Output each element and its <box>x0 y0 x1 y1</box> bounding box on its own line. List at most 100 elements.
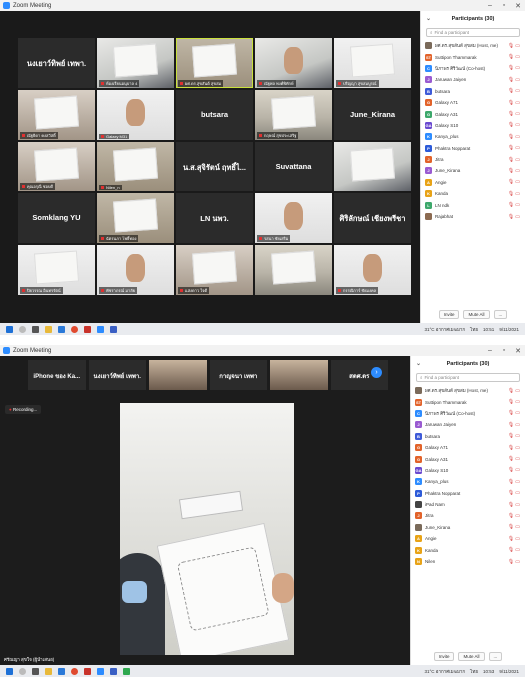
windows-start-icon[interactable] <box>6 325 13 333</box>
mic-video-muted-icon[interactable]: 🎙︎▭ <box>508 168 521 174</box>
active-speaker-video[interactable] <box>120 403 294 655</box>
outlook-icon[interactable] <box>110 667 117 675</box>
mic-video-muted-icon[interactable]: 🎙︎▭ <box>508 513 521 519</box>
participant-row[interactable]: K Kanda 🎙︎▭ <box>415 544 521 555</box>
mic-video-muted-icon[interactable]: 🎙︎▭ <box>508 536 521 542</box>
weather-text[interactable]: 31°C อากาศเมฆมาก <box>424 326 465 333</box>
close-icon[interactable]: ✕ <box>511 347 525 355</box>
mic-video-muted-icon[interactable]: 🎙︎▭ <box>508 179 521 185</box>
participant-row[interactable]: J Jitra 🎙︎▭ <box>415 510 521 521</box>
windows-start-icon[interactable] <box>6 667 13 675</box>
search-icon[interactable] <box>19 667 26 675</box>
participant-row[interactable]: GA Galaxy S10 🎙︎▭ <box>415 465 521 476</box>
participant-row[interactable]: J Jaruwan Jaiyen 🎙︎▭ <box>415 419 521 430</box>
video-tile[interactable]: ศิริลักษณ์ เชียงพรีชา <box>334 193 411 244</box>
search-icon[interactable] <box>19 325 26 333</box>
participant-row[interactable]: P Phaktra Nopparat 🎙︎▭ <box>415 488 521 499</box>
mic-video-muted-icon[interactable]: 🎙︎▭ <box>508 490 521 496</box>
participant-row[interactable]: K Kanda 🎙︎▭ <box>425 188 521 199</box>
video-tile[interactable]: กฤษณ์ สุขประเสริฐ <box>255 89 332 140</box>
participant-row[interactable]: iPad Nam 🎙︎▭ <box>415 499 521 510</box>
participant-row[interactable]: P Phaktra Nopparat 🎙︎▭ <box>425 143 521 154</box>
video-tile[interactable]: LN นพว. <box>176 193 253 244</box>
participant-row[interactable]: J Jitra 🎙︎▭ <box>425 154 521 165</box>
more-button[interactable]: ... <box>493 310 508 319</box>
video-tile[interactable] <box>255 245 332 295</box>
video-tile[interactable]: ฉัตรนภา โพธิ์ทอง <box>97 193 174 244</box>
clock-time[interactable]: 10:53 <box>483 669 494 674</box>
participant-row[interactable]: Bbutsara 🎙︎▭ <box>415 431 521 442</box>
maximize-icon[interactable]: ▫ <box>497 347 511 354</box>
mic-video-muted-icon[interactable]: 🎙︎▭ <box>508 502 521 508</box>
invite-button[interactable]: Invite <box>433 652 455 661</box>
participant-row[interactable]: G Galaxy A71 🎙︎▭ <box>415 442 521 453</box>
minimize-icon[interactable]: – <box>483 347 497 354</box>
mic-video-muted-icon[interactable]: 🎙︎▭ <box>508 214 521 220</box>
mic-video-muted-icon[interactable]: 🎙︎▭ <box>508 456 521 462</box>
mic-video-muted-icon[interactable]: 🎙︎▭ <box>508 479 521 485</box>
video-tile[interactable]: Galaxy M31 <box>97 89 174 140</box>
participant-row[interactable]: L LN ndk 🎙︎▭ <box>425 199 521 210</box>
thumbnail-tile[interactable] <box>149 360 207 390</box>
more-button[interactable]: ... <box>488 652 503 661</box>
mic-video-muted-icon[interactable]: 🎙︎▭ <box>508 191 521 197</box>
input-language[interactable]: ไทย <box>470 326 478 333</box>
video-tile[interactable]: Suvattana <box>255 141 332 192</box>
video-tile[interactable]: กรรณิการ์ ชัยมงคล <box>334 245 411 295</box>
participant-row[interactable]: June_Kirana 🎙︎▭ <box>415 522 521 533</box>
video-tile[interactable]: คุณอรุณี ชอบดี <box>18 141 95 192</box>
mic-video-muted-icon[interactable]: 🎙︎▭ <box>508 122 521 128</box>
weather-text[interactable]: 31°C อากาศเมฆมาก <box>424 668 465 675</box>
video-tile[interactable]: ณัฐพล พงศ์พิทักษ์ <box>255 38 332 88</box>
participant-search-input[interactable]: ⌕ Find a participant <box>416 373 520 382</box>
mic-video-muted-icon[interactable]: 🎙︎▭ <box>508 547 521 553</box>
clock-date[interactable]: 9/11/2021 <box>499 669 519 674</box>
participant-row[interactable]: Rajabhat 🎙︎▭ <box>425 211 521 222</box>
recording-badge[interactable]: ● Recording... <box>5 405 42 414</box>
video-tile[interactable]: ห้องเรียนอนุบาล 4 <box>97 38 174 88</box>
outlook-icon[interactable] <box>110 325 117 333</box>
invite-button[interactable]: Invite <box>438 310 460 319</box>
chevron-down-icon[interactable]: ⌄ <box>426 15 431 22</box>
chrome-icon[interactable] <box>71 667 78 675</box>
maximize-icon[interactable]: ▫ <box>497 2 511 9</box>
file-explorer-icon[interactable] <box>45 325 52 333</box>
thumbnail-tile[interactable]: นงเยาว์ทิพย์ เทพา. <box>88 360 146 390</box>
task-view-icon[interactable] <box>32 667 39 675</box>
video-tile[interactable]: รสนา ชัยเสริม <box>255 193 332 244</box>
video-tile[interactable]: June_Kirana <box>334 89 411 140</box>
mic-video-muted-icon[interactable]: 🎙︎▭ <box>508 559 521 565</box>
participant-row[interactable]: GA Galaxy S10 🎙︎▭ <box>425 120 521 131</box>
mic-video-muted-icon[interactable]: 🎙︎▭ <box>508 157 521 163</box>
participant-row[interactable]: ST Suttipon Thammarak 🎙︎▭ <box>425 51 521 62</box>
participant-row[interactable]: A Angie 🎙︎▭ <box>425 177 521 188</box>
participant-row[interactable]: G Galaxy A31 🎙︎▭ <box>425 108 521 119</box>
task-view-icon[interactable] <box>32 325 39 333</box>
acrobat-icon[interactable] <box>84 325 91 333</box>
clock-time[interactable]: 10:51 <box>483 327 494 332</box>
mic-video-muted-icon[interactable]: 🎙︎▭ <box>508 388 521 394</box>
mic-video-muted-icon[interactable]: 🎙︎▭ <box>508 202 521 208</box>
mic-video-muted-icon[interactable]: 🎙︎▭ <box>508 467 521 473</box>
mic-video-muted-icon[interactable]: 🎙︎▭ <box>508 422 521 428</box>
mute-all-button[interactable]: Mute All <box>458 652 485 661</box>
participant-row[interactable]: K Kanya_plus 🎙︎▭ <box>415 476 521 487</box>
participant-row[interactable]: ผศ.ดร.สุขสันต์ สุขสม (Host, me) 🎙︎▭ <box>415 385 521 396</box>
mic-video-muted-icon[interactable]: 🎙︎▭ <box>508 399 521 405</box>
participant-row[interactable]: A Angie 🎙︎▭ <box>415 533 521 544</box>
video-tile[interactable]: ปิยวรรณ อินทรรัตน์ <box>18 245 95 295</box>
zoom-taskbar-icon[interactable] <box>97 325 104 333</box>
mic-video-muted-icon[interactable]: 🎙︎▭ <box>508 100 521 106</box>
video-tile[interactable]: ผศ.ดร.สุขสันต์ สุขสม <box>176 38 253 88</box>
thumbnail-tile[interactable] <box>270 360 328 390</box>
video-tile[interactable]: แสงดาว ใจดี <box>176 245 253 295</box>
mic-video-muted-icon[interactable]: 🎙︎▭ <box>508 77 521 83</box>
mic-video-muted-icon[interactable]: 🎙︎▭ <box>508 54 521 60</box>
video-tile[interactable]: butsara <box>176 89 253 140</box>
mic-video-muted-icon[interactable]: 🎙︎▭ <box>508 65 521 71</box>
zoom-taskbar-icon[interactable] <box>97 667 104 675</box>
mic-video-muted-icon[interactable]: 🎙︎▭ <box>508 145 521 151</box>
mic-video-muted-icon[interactable]: 🎙︎▭ <box>508 433 521 439</box>
participant-row[interactable]: Bbutsara 🎙︎▭ <box>425 86 521 97</box>
chrome-icon[interactable] <box>71 325 78 333</box>
